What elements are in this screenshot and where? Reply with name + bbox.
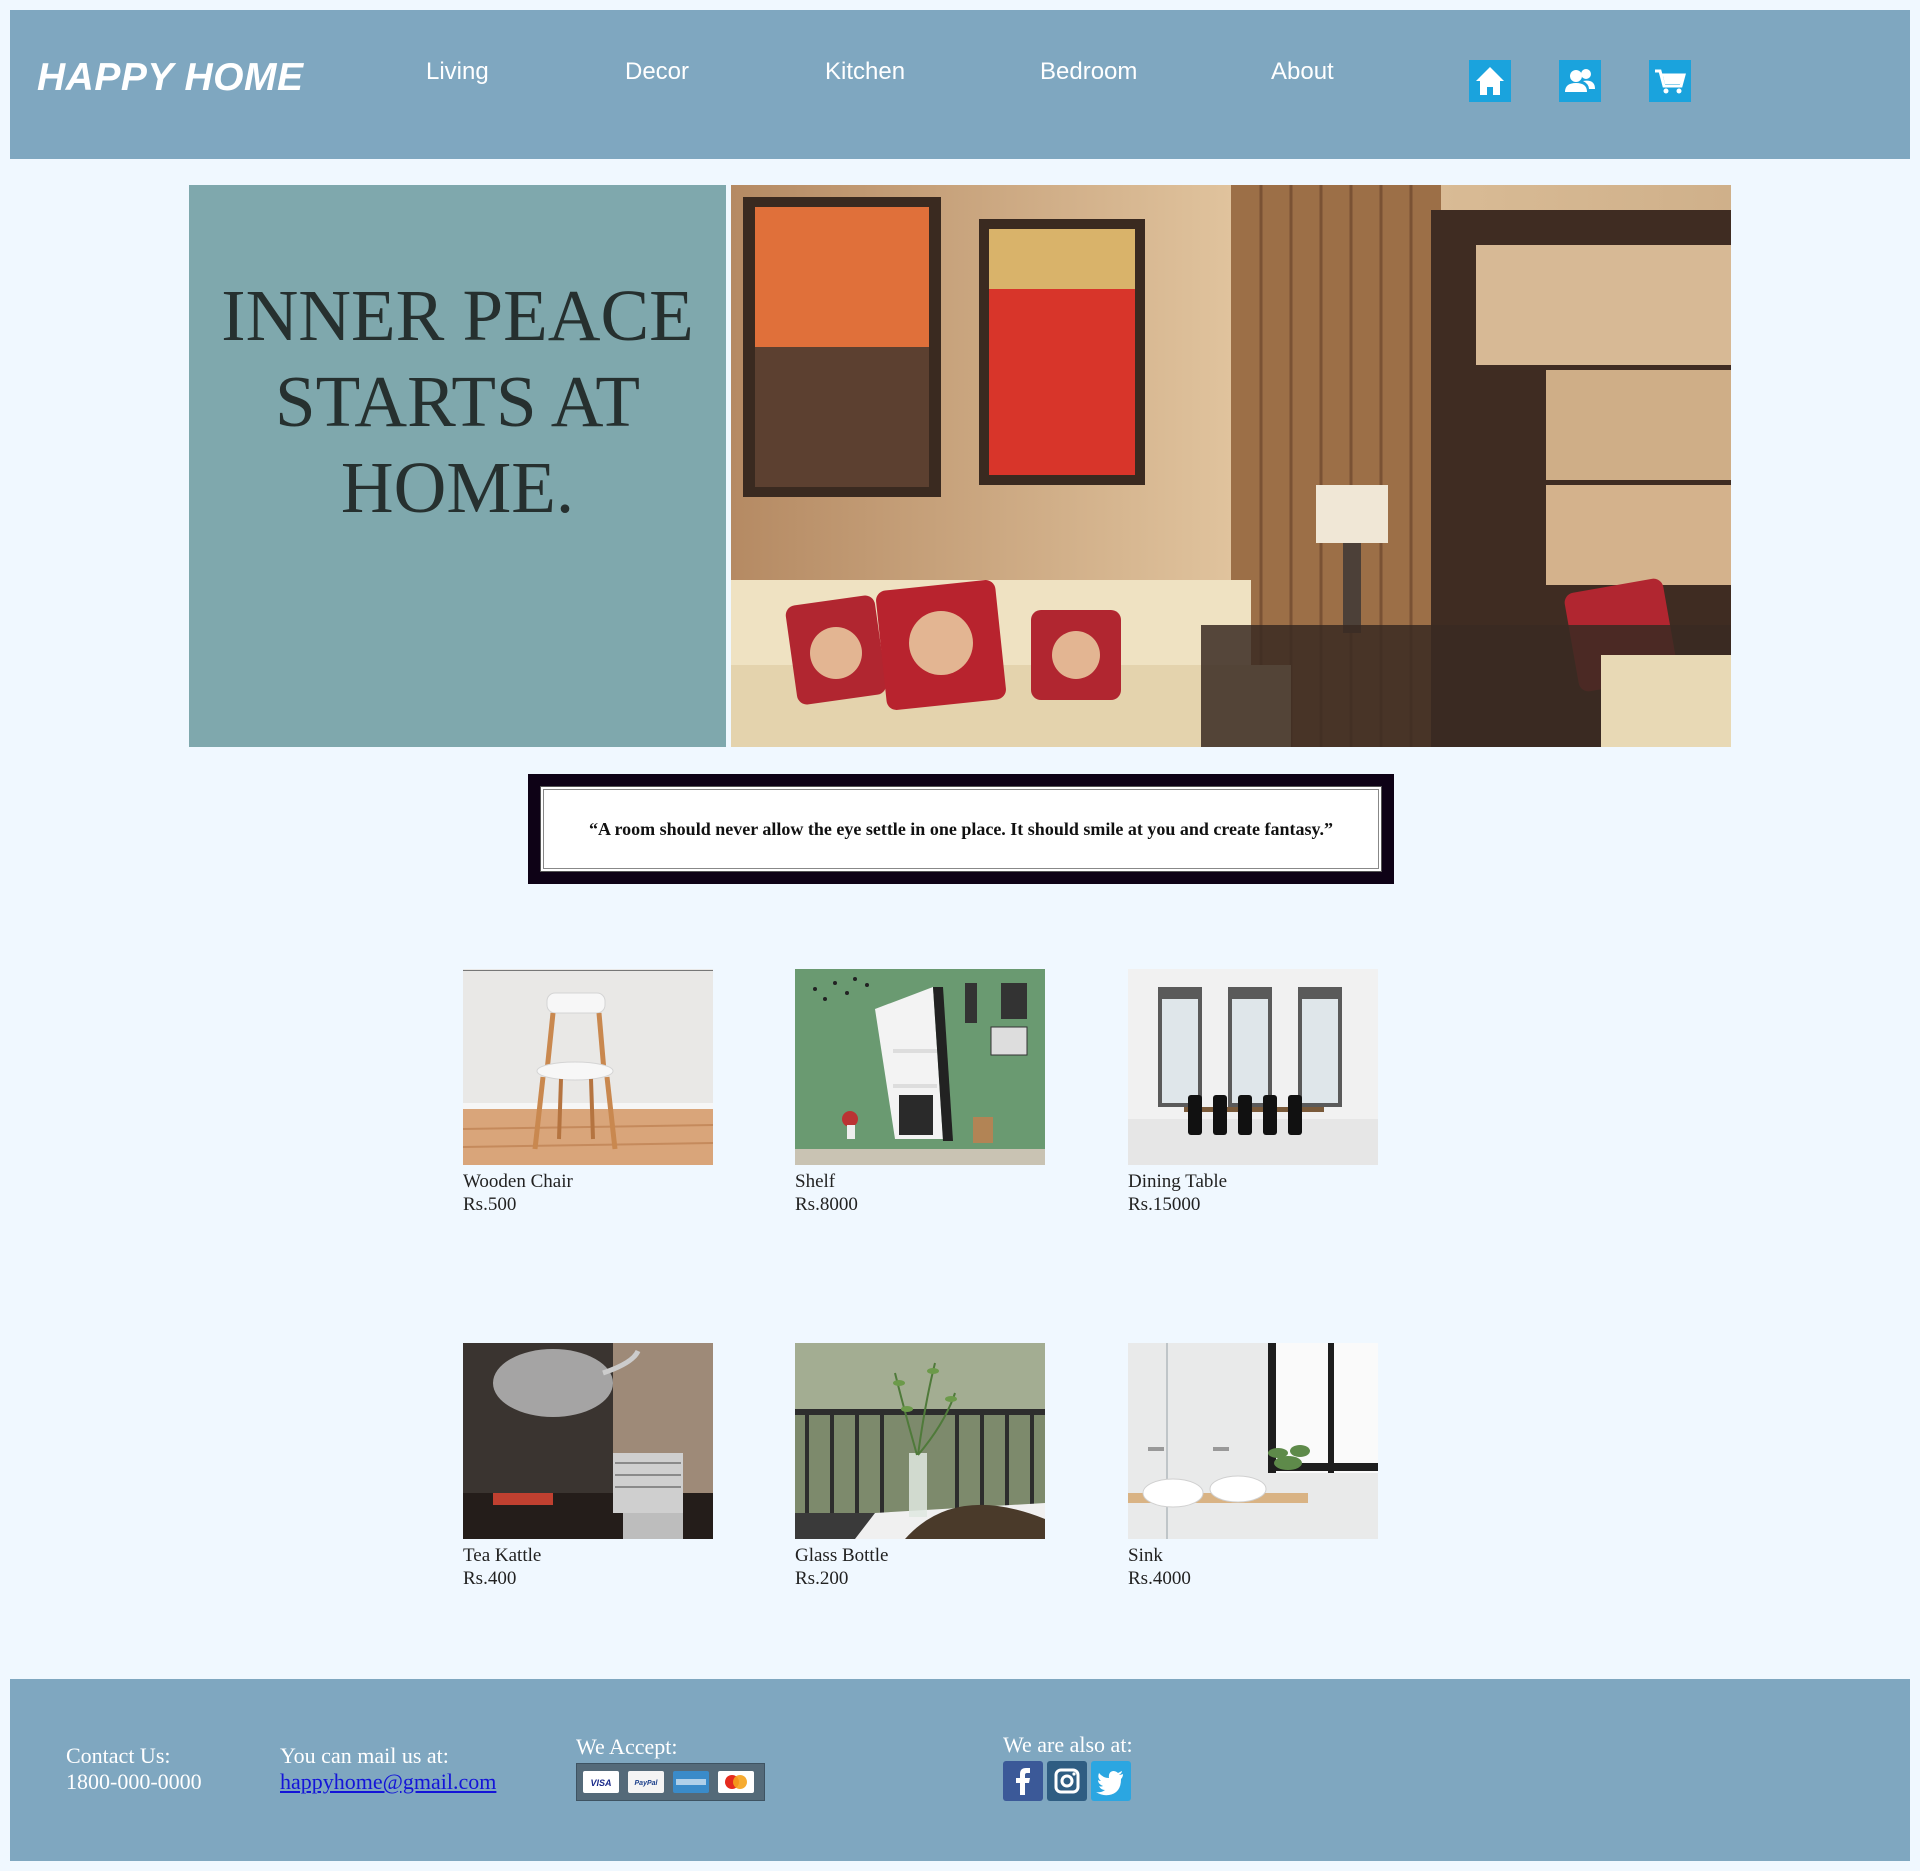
product-name: Dining Table: [1128, 1171, 1228, 1192]
quote-text: “A room should never allow the eye settl…: [589, 818, 1333, 839]
living-room-photo: [731, 185, 1731, 747]
nav-kitchen[interactable]: Kitchen: [825, 58, 905, 86]
contact-section: Contact Us: 1800-000-0000: [66, 1743, 202, 1795]
product-price: Rs.400: [463, 1568, 517, 1589]
product-card[interactable]: Tea Kattle Rs.400: [463, 1343, 713, 1590]
site-footer: Contact Us: 1800-000-0000 You can mail u…: [10, 1679, 1910, 1861]
product-price: Rs.500: [463, 1194, 517, 1215]
product-name: Shelf: [795, 1171, 836, 1192]
instagram-icon[interactable]: [1047, 1761, 1087, 1801]
product-price: Rs.15000: [1128, 1194, 1201, 1215]
svg-text:VISA: VISA: [590, 1778, 611, 1788]
accept-label: We Accept:: [576, 1734, 678, 1759]
dining-table-photo[interactable]: [1128, 969, 1378, 1165]
nav-about[interactable]: About: [1271, 58, 1334, 86]
quote-inner: “A room should never allow the eye settl…: [540, 786, 1382, 872]
nav-decor[interactable]: Decor: [625, 58, 689, 86]
product-card[interactable]: Sink Rs.4000: [1128, 1343, 1378, 1590]
payment-cards: VISA PayPal: [576, 1763, 765, 1801]
paypal-icon: PayPal: [628, 1771, 664, 1793]
contact-phone: 1800-000-0000: [66, 1769, 202, 1794]
mail-label: You can mail us at:: [280, 1743, 449, 1768]
shelf-photo[interactable]: [795, 969, 1045, 1165]
users-icon[interactable]: [1559, 60, 1601, 102]
american-express-icon: [673, 1771, 709, 1793]
product-price: Rs.8000: [795, 1194, 858, 1215]
twitter-icon[interactable]: [1091, 1761, 1131, 1801]
visa-icon: VISA: [583, 1771, 619, 1793]
hero-panel: INNER PEACE STARTS AT HOME.: [189, 185, 726, 747]
product-name: Sink: [1128, 1545, 1163, 1566]
product-price: Rs.4000: [1128, 1568, 1191, 1589]
product-name: Wooden Chair: [463, 1171, 573, 1192]
quote-box: “A room should never allow the eye settl…: [528, 774, 1394, 884]
site-logo[interactable]: HAPPY HOME: [37, 56, 304, 100]
mail-section: You can mail us at: happyhome@gmail.com: [280, 1743, 496, 1795]
mastercard-icon: [718, 1771, 754, 1793]
glass-bottle-photo[interactable]: [795, 1343, 1045, 1539]
facebook-icon[interactable]: [1003, 1761, 1043, 1801]
nav-bedroom[interactable]: Bedroom: [1040, 58, 1137, 86]
site-header: HAPPY HOME Living Decor Kitchen Bedroom …: [10, 10, 1910, 159]
nav-living[interactable]: Living: [426, 58, 489, 86]
hero-line: INNER PEACE: [221, 275, 694, 356]
wooden-chair-photo[interactable]: [463, 969, 713, 1165]
svg-text:PayPal: PayPal: [635, 1780, 659, 1787]
product-card[interactable]: Wooden Chair Rs.500: [463, 969, 713, 1216]
home-icon[interactable]: [1469, 60, 1511, 102]
hero-line: STARTS AT: [275, 361, 640, 442]
hero-line: HOME.: [340, 447, 575, 528]
product-card[interactable]: Glass Bottle Rs.200: [795, 1343, 1045, 1590]
social-label: We are also at:: [1003, 1732, 1133, 1757]
cart-icon[interactable]: [1649, 60, 1691, 102]
mail-link[interactable]: happyhome@gmail.com: [280, 1769, 496, 1794]
sink-photo[interactable]: [1128, 1343, 1378, 1539]
hero-headline: INNER PEACE STARTS AT HOME.: [189, 273, 726, 531]
product-price: Rs.200: [795, 1568, 849, 1589]
product-card[interactable]: Dining Table Rs.15000: [1128, 969, 1378, 1216]
product-name: Glass Bottle: [795, 1545, 889, 1566]
product-card[interactable]: Shelf Rs.8000: [795, 969, 1045, 1216]
contact-label: Contact Us:: [66, 1743, 171, 1768]
tea-kettle-photo[interactable]: [463, 1343, 713, 1539]
product-name: Tea Kattle: [463, 1545, 542, 1566]
